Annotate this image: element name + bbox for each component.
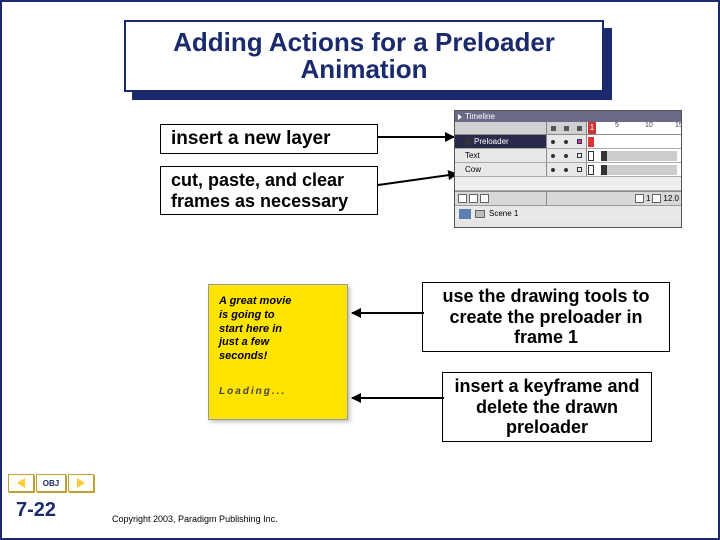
page-number: 7-22 [16,499,56,522]
slide-nav: OBJ [8,474,94,492]
next-button[interactable] [68,474,94,492]
layer-toggles[interactable] [547,149,587,162]
timeline-empty [455,177,681,191]
layer-name[interactable]: Text [455,149,547,162]
add-folder-button[interactable] [469,194,478,203]
keyframe-icon[interactable] [588,137,594,147]
arrow-2 [378,173,457,186]
copyright: Copyright 2003, Paradigm Publishing Inc. [112,514,278,524]
disclosure-icon [458,114,462,120]
lock-icon [564,126,569,131]
layer-frames[interactable] [587,149,681,162]
layer-frames[interactable] [587,135,681,148]
back-arrow-icon[interactable] [459,209,471,219]
arrow-4 [352,397,444,399]
title-box: Adding Actions for a Preloader Animation [124,20,604,92]
prev-button[interactable] [8,474,34,492]
triangle-left-icon [17,478,25,488]
timeline-panel: Timeline 1 5 10 15 Preloader Text [454,110,682,228]
layer-buttons [455,192,547,205]
triangle-right-icon [77,478,85,488]
frame-status: 1 12.0 [547,192,681,205]
layer-toggles[interactable] [547,163,587,176]
layer-toggle-header [547,122,587,134]
keyframe-icon[interactable] [588,165,594,175]
pencil-icon [465,139,471,145]
eye-icon [551,126,556,131]
arrow-1 [378,136,454,138]
layer-toggles[interactable] [547,135,587,148]
delete-layer-button[interactable] [480,194,489,203]
preloader-message: A great movie is going to start here in … [219,295,337,364]
scene-bar[interactable]: Scene 1 [455,205,681,221]
ruler-tick: 5 [615,122,619,129]
callout-drawing-tools: use the drawing tools to create the prel… [422,282,670,352]
ruler-tick: 10 [645,122,653,129]
playhead-marker[interactable]: 1 [588,122,596,134]
layer-row-text[interactable]: Text [455,149,681,163]
timeline-title: Timeline [465,112,495,121]
slide-title: Adding Actions for a Preloader Animation [126,29,602,84]
timeline-header[interactable]: Timeline [455,111,681,122]
layer-row-cow[interactable]: Cow [455,163,681,177]
slide: Adding Actions for a Preloader Animation… [0,0,720,540]
frame-rate: 12.0 [663,194,679,203]
layer-name[interactable]: Preloader [455,135,547,148]
frame-ruler[interactable]: 1 5 10 15 [587,122,681,134]
current-frame: 1 [646,194,650,203]
outline-icon [577,126,582,131]
timeline-footer: 1 12.0 [455,191,681,205]
layer-row-preloader[interactable]: Preloader [455,135,681,149]
layer-frames[interactable] [587,163,681,176]
status-button[interactable] [652,194,661,203]
keyframe-icon[interactable] [588,151,594,161]
loading-text: Loading... [219,386,337,397]
frame-span[interactable] [607,151,677,161]
ruler-tick: 15 [675,122,681,129]
preloader-mock: A great movie is going to start here in … [208,284,348,420]
scene-name: Scene 1 [489,209,518,218]
frame-span[interactable] [607,165,677,175]
callout-cut-paste: cut, paste, and clear frames as necessar… [160,166,378,215]
callout-insert-layer: insert a new layer [160,124,378,154]
callout-keyframe: insert a keyframe and delete the drawn p… [442,372,652,442]
status-button[interactable] [635,194,644,203]
arrow-3 [352,312,424,314]
add-layer-button[interactable] [458,194,467,203]
scene-icon [475,210,485,218]
obj-button[interactable]: OBJ [36,474,66,492]
layer-name[interactable]: Cow [455,163,547,176]
layer-name-header [455,122,547,134]
timeline-column-header: 1 5 10 15 [455,122,681,135]
